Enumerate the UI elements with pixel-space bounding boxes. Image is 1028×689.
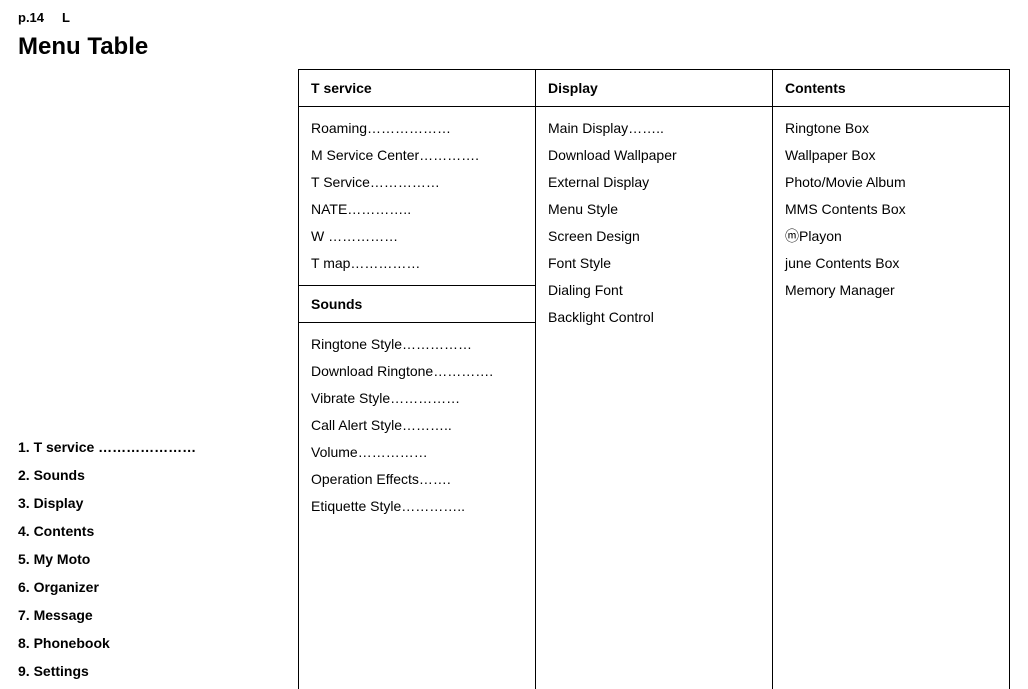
column-header: Display xyxy=(536,69,772,107)
table-row: Download Ringtone…………. xyxy=(311,358,523,385)
column-subheader: Sounds xyxy=(299,285,535,323)
table-row: W …………… xyxy=(311,223,523,250)
table-row: MMS Contents Box xyxy=(785,196,997,223)
table-row: Download Wallpaper xyxy=(548,142,760,169)
table-row: Roaming……………… xyxy=(311,115,523,142)
column-header: T service xyxy=(299,69,535,107)
column-body: Ringtone Box Wallpaper Box Photo/Movie A… xyxy=(773,107,1009,312)
list-item: 6. Organizer xyxy=(18,573,298,601)
table-row: T Service…………… xyxy=(311,169,523,196)
page-marker: L xyxy=(62,10,70,25)
table-row: Volume…………… xyxy=(311,439,523,466)
table-row: Photo/Movie Album xyxy=(785,169,997,196)
list-item: 9. Settings xyxy=(18,657,298,685)
list-item: 2. Sounds xyxy=(18,461,298,489)
page-number: p.14 xyxy=(18,10,44,25)
left-column: 1. T service ………………… 2. Sounds 3. Displa… xyxy=(18,69,298,689)
table-row: Vibrate Style…………… xyxy=(311,385,523,412)
list-item: 8. Phonebook xyxy=(18,629,298,657)
table-row: T map…………… xyxy=(311,250,523,277)
table-row: Screen Design xyxy=(548,223,760,250)
column-body: Main Display…….. Download Wallpaper Exte… xyxy=(536,107,772,339)
main-menu-list: 1. T service ………………… 2. Sounds 3. Displa… xyxy=(18,429,298,689)
table-row: june Contents Box xyxy=(785,250,997,277)
column-body: Roaming……………… M Service Center…………. T Se… xyxy=(299,107,535,285)
column-contents: Contents Ringtone Box Wallpaper Box Phot… xyxy=(772,69,1010,689)
page-header: p.14 L xyxy=(18,10,1010,25)
column-t-service: T service Roaming……………… M Service Center… xyxy=(298,69,535,689)
menu-table: 1. T service ………………… 2. Sounds 3. Displa… xyxy=(18,69,1010,689)
list-item: 5. My Moto xyxy=(18,545,298,573)
table-row: External Display xyxy=(548,169,760,196)
column-body: Ringtone Style…………… Download Ringtone………… xyxy=(299,323,535,528)
table-row: Ringtone Box xyxy=(785,115,997,142)
table-row: NATE………….. xyxy=(311,196,523,223)
table-row: Font Style xyxy=(548,250,760,277)
table-row: Ringtone Style…………… xyxy=(311,331,523,358)
table-row: M Service Center…………. xyxy=(311,142,523,169)
table-row: ⓜPlayon xyxy=(785,223,997,250)
right-columns: T service Roaming……………… M Service Center… xyxy=(298,69,1010,689)
table-row: Call Alert Style……….. xyxy=(311,412,523,439)
table-row: Dialing Font xyxy=(548,277,760,304)
column-display: Display Main Display…….. Download Wallpa… xyxy=(535,69,772,689)
column-header: Contents xyxy=(773,69,1009,107)
list-item: 7. Message xyxy=(18,601,298,629)
table-row: Menu Style xyxy=(548,196,760,223)
page-title: Menu Table xyxy=(18,33,1010,61)
list-item: 1. T service ………………… xyxy=(18,433,298,461)
list-item: 4. Contents xyxy=(18,517,298,545)
list-item: 3. Display xyxy=(18,489,298,517)
table-row: Backlight Control xyxy=(548,304,760,331)
table-row: Etiquette Style………….. xyxy=(311,493,523,520)
table-row: Wallpaper Box xyxy=(785,142,997,169)
table-row: Memory Manager xyxy=(785,277,997,304)
table-row: Operation Effects……. xyxy=(311,466,523,493)
table-row: Main Display…….. xyxy=(548,115,760,142)
